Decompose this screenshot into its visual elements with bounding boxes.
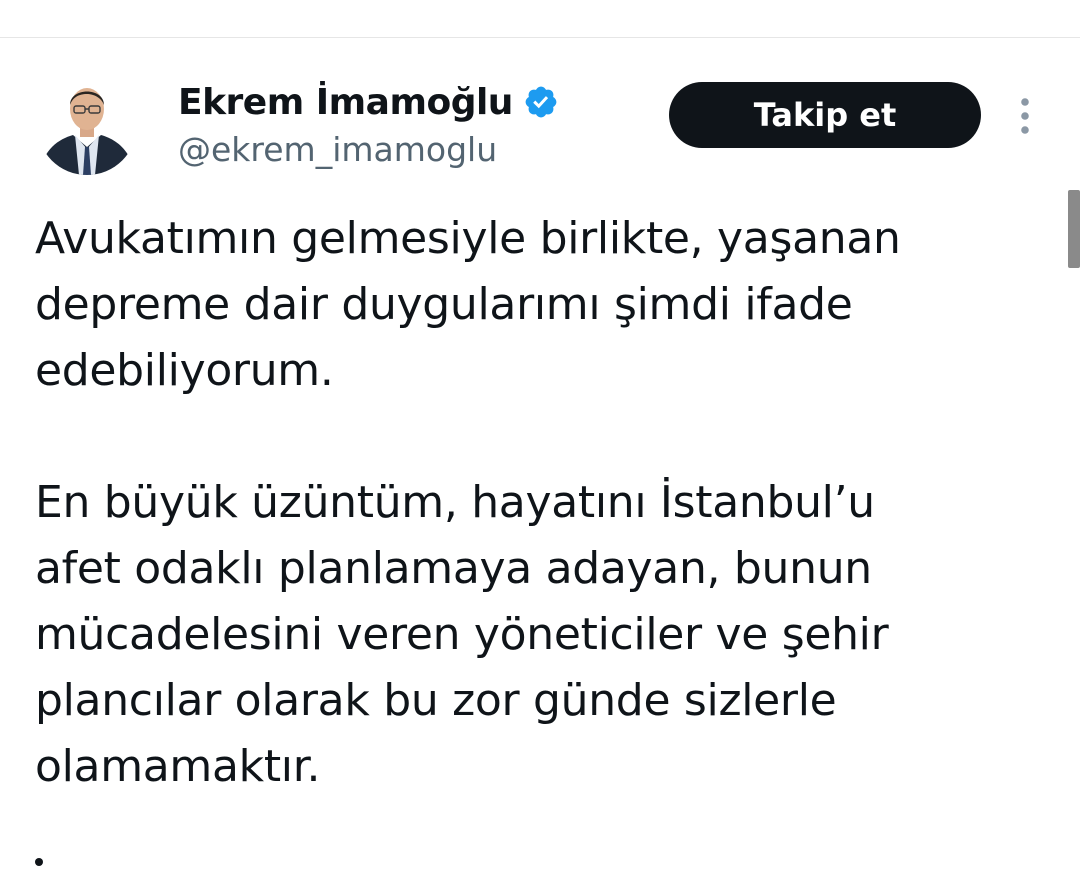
tweet-line: En büyük üzüntüm, hayatını İstanbul’u xyxy=(35,477,875,528)
follow-button[interactable]: Takip et xyxy=(669,82,981,148)
scrollbar[interactable] xyxy=(1068,190,1080,268)
avatar[interactable] xyxy=(37,75,137,175)
top-divider xyxy=(0,37,1080,38)
tweet-line: mücadelesini veren yöneticiler ve şehir xyxy=(35,609,889,660)
tweet-line: olamamaktır. xyxy=(35,741,321,792)
display-name[interactable]: Ekrem İmamoğlu xyxy=(178,82,513,123)
tweet-line: edebiliyorum. xyxy=(35,345,334,396)
user-handle[interactable]: @ekrem_imamoglu xyxy=(178,130,497,169)
more-options-button[interactable] xyxy=(1008,96,1042,136)
trailing-dot xyxy=(35,858,43,866)
tweet-line: depreme dair duygularımı şimdi ifade xyxy=(35,279,853,330)
tweet-line: afet odaklı planlamaya adayan, bunun xyxy=(35,543,872,594)
more-options-icon xyxy=(1021,98,1029,134)
verified-badge-icon xyxy=(523,84,559,120)
display-name-row[interactable]: Ekrem İmamoğlu xyxy=(178,78,559,126)
tweet-text: Avukatımın gelmesiyle birlikte, yaşanan … xyxy=(35,206,1055,800)
tweet-line: plancılar olarak bu zor günde sizlerle xyxy=(35,675,837,726)
profile-avatar-icon xyxy=(37,75,137,175)
tweet-line: Avukatımın gelmesiyle birlikte, yaşanan xyxy=(35,213,901,264)
